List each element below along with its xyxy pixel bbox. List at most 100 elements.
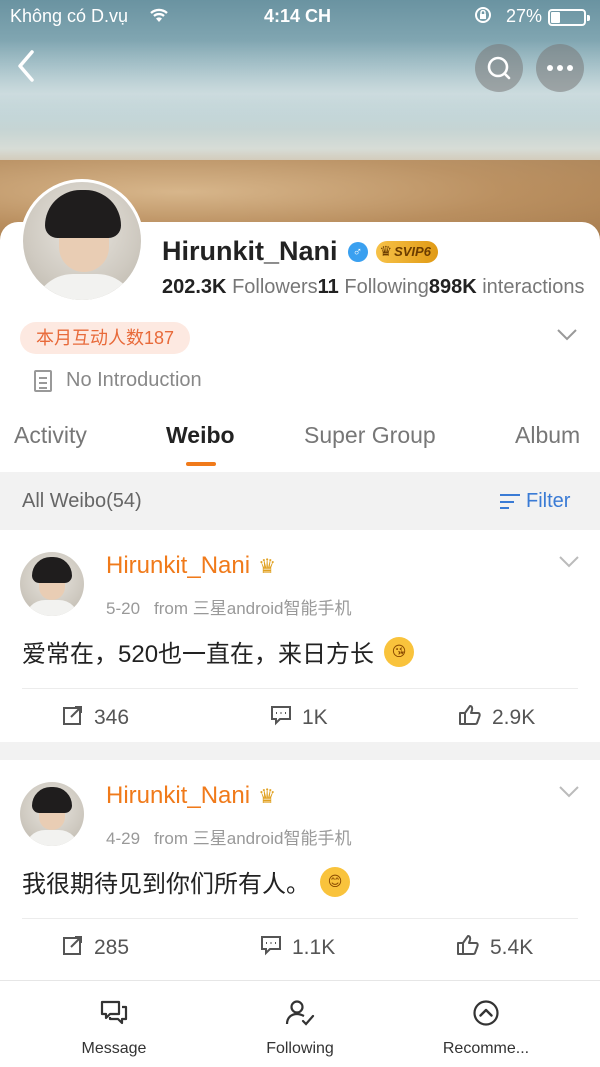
- profile-username: Hirunkit_Nani: [162, 236, 338, 266]
- avatar-shirt: [33, 274, 137, 300]
- interactions-count: 898K: [428, 276, 477, 298]
- nav-message-label: Message: [81, 1040, 147, 1057]
- post-author-name[interactable]: Hirunkit_Nani ♛: [106, 782, 276, 810]
- post-text-content: 爱常在，520也一直在，来日方长: [22, 641, 375, 668]
- filter-label: Filter: [526, 490, 571, 512]
- post-menu-button[interactable]: [558, 552, 580, 575]
- recommend-icon: [416, 999, 556, 1034]
- name-row: Hirunkit_Nani ♂ ♛ SVIP6: [162, 236, 438, 267]
- rotation-lock-icon: [474, 6, 492, 29]
- comment-count: 1K: [302, 706, 328, 729]
- svip-badge[interactable]: ♛ SVIP6: [375, 240, 438, 263]
- crown-icon: ♛: [379, 243, 393, 259]
- wifi-icon: [148, 6, 170, 29]
- avatar-shirt: [25, 830, 79, 846]
- post-separator: [0, 742, 600, 760]
- post-author-avatar[interactable]: [20, 552, 84, 616]
- profile-intro: No Introduction: [34, 369, 202, 392]
- tab-activity[interactable]: Activity: [14, 422, 87, 449]
- post-date: 5-20: [106, 599, 141, 618]
- repost-button[interactable]: 346: [62, 704, 129, 732]
- document-icon: [34, 369, 52, 392]
- avatar-hair: [32, 557, 72, 583]
- weibo-post[interactable]: Hirunkit_Nani ♛ 5-20 from 三星android智能手机 爱常…: [0, 530, 600, 742]
- carrier-label: Không có D.vụ: [10, 6, 129, 26]
- post-author-label: Hirunkit_Nani: [106, 782, 251, 809]
- repost-button[interactable]: 285: [62, 934, 129, 962]
- post-actions: 285 1.1K 5.4K: [0, 920, 600, 972]
- post-text-content: 我很期待见到你们所有人。: [22, 871, 310, 898]
- post-author-name[interactable]: Hirunkit_Nani ♛: [106, 552, 276, 580]
- comment-button[interactable]: 1K: [270, 704, 328, 732]
- chevron-down-icon: [559, 786, 579, 798]
- more-options-button[interactable]: [536, 44, 584, 92]
- post-author-avatar[interactable]: [20, 782, 84, 846]
- chevron-left-icon: [18, 50, 34, 82]
- weibo-post[interactable]: Hirunkit_Nani ♛ 4-29 from 三星android智能手机 我很…: [0, 760, 600, 972]
- expand-profile-button[interactable]: [556, 322, 578, 348]
- followers-label[interactable]: Followers: [232, 276, 318, 298]
- post-text: 爱常在，520也一直在，来日方长 😘: [22, 634, 415, 669]
- post-divider: [22, 918, 578, 919]
- tab-album[interactable]: Album: [515, 422, 580, 449]
- nav-message[interactable]: Message: [44, 999, 184, 1058]
- following-label[interactable]: Following: [344, 276, 428, 298]
- avatar-hair: [45, 190, 121, 238]
- more-icon: [547, 65, 573, 71]
- stats-row: 202.3K Followers11 Following898K interac…: [162, 276, 600, 299]
- post-meta: 4-29 from 三星android智能手机: [106, 824, 351, 849]
- smile-emoji-icon: 😊: [320, 866, 350, 897]
- search-button[interactable]: [475, 44, 523, 92]
- avatar-shirt: [25, 600, 79, 616]
- like-button[interactable]: 5.4K: [456, 934, 533, 962]
- filter-button[interactable]: Filter: [500, 490, 570, 513]
- repost-count: 346: [94, 706, 130, 729]
- clock: 4:14 CH: [264, 6, 332, 26]
- nav-following[interactable]: Following: [230, 999, 370, 1058]
- battery-fill: [551, 12, 560, 23]
- followers-count[interactable]: 202.3K: [162, 276, 227, 298]
- chevron-down-icon: [557, 329, 577, 341]
- repost-icon: [62, 704, 84, 732]
- like-count: 2.9K: [492, 706, 536, 729]
- like-button[interactable]: 2.9K: [458, 704, 535, 732]
- nav-recommend[interactable]: Recomme...: [416, 999, 556, 1058]
- tab-super-group[interactable]: Super Group: [304, 422, 436, 449]
- intro-text: No Introduction: [66, 369, 202, 391]
- filter-icon: [500, 493, 520, 510]
- nav-following-label: Following: [266, 1040, 334, 1057]
- like-count: 5.4K: [490, 936, 534, 959]
- svip-label: SVIP6: [394, 244, 431, 259]
- monthly-interaction-badge[interactable]: 本月互动人数187: [20, 322, 191, 354]
- message-icon: [44, 999, 184, 1034]
- post-menu-button[interactable]: [558, 782, 580, 805]
- profile-card: Hirunkit_Nani ♂ ♛ SVIP6 202.3K Followers1…: [0, 179, 600, 472]
- post-source: from 三星android智能手机: [154, 829, 352, 848]
- post-meta: 5-20 from 三星android智能手机: [106, 594, 351, 619]
- comment-icon: [260, 934, 282, 962]
- thumbs-up-icon: [456, 934, 480, 962]
- bottom-navigation: Message Following Recomme...: [0, 980, 600, 1067]
- search-icon: [487, 56, 511, 80]
- back-button[interactable]: [14, 48, 50, 88]
- post-author-label: Hirunkit_Nani: [106, 552, 251, 579]
- filter-bar: All Weibo(54) Filter: [0, 472, 600, 530]
- avatar-hair: [32, 787, 72, 813]
- interactions-label: interactions: [482, 276, 585, 298]
- post-divider: [22, 688, 578, 689]
- post-source: from 三星android智能手机: [154, 599, 352, 618]
- male-gender-icon: ♂: [347, 241, 368, 262]
- thumbs-up-icon: [458, 704, 482, 732]
- post-actions: 346 1K 2.9K: [0, 690, 600, 742]
- profile-avatar[interactable]: [20, 179, 144, 303]
- vip-crown-icon: ♛: [258, 555, 276, 578]
- vip-crown-icon: ♛: [258, 785, 276, 808]
- following-count[interactable]: 11: [318, 276, 339, 298]
- repost-icon: [62, 934, 84, 962]
- tab-weibo[interactable]: Weibo: [166, 422, 235, 449]
- repost-count: 285: [94, 936, 130, 959]
- post-date: 4-29: [106, 829, 141, 848]
- comment-icon: [270, 704, 292, 732]
- comment-button[interactable]: 1.1K: [260, 934, 335, 962]
- battery-nub: [587, 15, 590, 21]
